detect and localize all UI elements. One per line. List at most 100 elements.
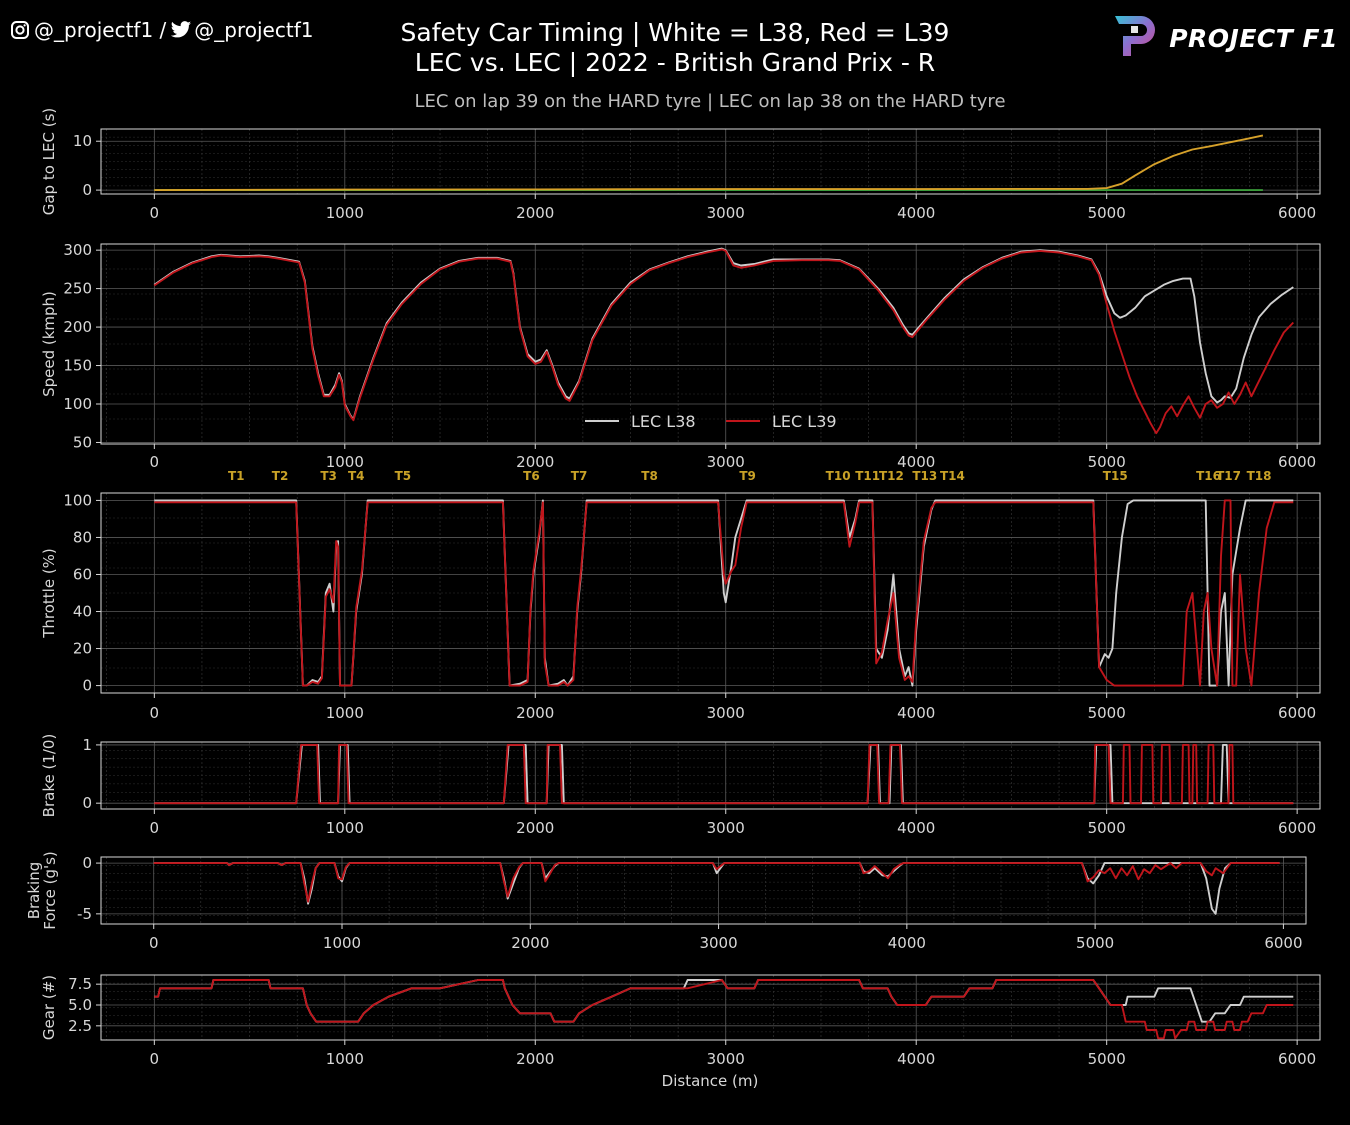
speed-y-tick-label: 100 — [63, 395, 92, 413]
gap-x-tick-label: 4000 — [897, 204, 935, 222]
legend-label-lec-l38: LEC L38 — [631, 412, 696, 431]
corner-label-t10: T10 — [826, 469, 851, 483]
chart-subtitle: LEC on lap 39 on the HARD tyre | LEC on … — [414, 91, 1006, 112]
project-f1-logo-icon — [1111, 12, 1161, 64]
gap-y-tick-label: 10 — [73, 132, 92, 150]
corner-label-t5: T5 — [395, 469, 412, 483]
gear-x-tick-label: 6000 — [1278, 1050, 1316, 1068]
speed-x-tick-label: 0 — [150, 453, 160, 471]
chart-title-line1: Safety Car Timing | White = L38, Red = L… — [400, 18, 950, 47]
gap-x-tick-label: 2000 — [516, 204, 554, 222]
corner-label-t7: T7 — [571, 469, 588, 483]
throttle-y-axis-label: Throttle (%) — [40, 548, 58, 639]
force-y-tick-label: -5 — [77, 905, 92, 923]
force-x-tick-label: 3000 — [699, 934, 737, 952]
speed-x-tick-label: 6000 — [1278, 453, 1316, 471]
corner-label-t3: T3 — [320, 469, 337, 483]
speed-y-tick-label: 200 — [63, 318, 92, 336]
brake-x-tick-label: 4000 — [897, 819, 935, 837]
gear-x-tick-label: 3000 — [707, 1050, 745, 1068]
instagram-icon — [10, 20, 30, 40]
force-x-tick-label: 1000 — [323, 934, 361, 952]
chart-title-line2: LEC vs. LEC | 2022 - British Grand Prix … — [414, 48, 936, 77]
brake-x-tick-label: 6000 — [1278, 819, 1316, 837]
gap-x-tick-label: 1000 — [326, 204, 364, 222]
speed-y-tick-label: 150 — [63, 357, 92, 375]
speed-y-tick-label: 250 — [63, 280, 92, 298]
brake-y-axis-label: Brake (1/0) — [40, 734, 58, 818]
corner-label-t18: T18 — [1247, 469, 1272, 483]
throttle-x-tick-label: 6000 — [1278, 704, 1316, 722]
gear-x-tick-label: 0 — [150, 1050, 160, 1068]
force-y-tick-label: 0 — [82, 854, 92, 872]
throttle-x-tick-label: 1000 — [326, 704, 364, 722]
force-x-tick-label: 6000 — [1264, 934, 1302, 952]
throttle-x-tick-label: 2000 — [516, 704, 554, 722]
social-handles: @_projectf1 / @_projectf1 — [10, 18, 313, 42]
gear-x-tick-label: 5000 — [1088, 1050, 1126, 1068]
force-y-axis-label: Force (g's) — [41, 851, 59, 930]
force-x-tick-label: 5000 — [1076, 934, 1114, 952]
throttle-x-tick-label: 4000 — [897, 704, 935, 722]
gear-series-lec-l39 — [154, 979, 1294, 1040]
project-f1-logo: PROJECT F1 — [1111, 12, 1338, 64]
throttle-y-tick-label: 0 — [82, 677, 92, 695]
corner-label-t15: T15 — [1103, 469, 1128, 483]
brake-x-tick-label: 5000 — [1088, 819, 1126, 837]
corner-label-t11: T11 — [855, 469, 880, 483]
project-f1-logo-text: PROJECT F1 — [1169, 23, 1338, 53]
corner-label-t12: T12 — [879, 469, 904, 483]
gap-x-tick-label: 5000 — [1088, 204, 1126, 222]
gap-y-axis-label: Gap to LEC (s) — [40, 108, 58, 216]
throttle-y-tick-label: 40 — [73, 603, 92, 621]
brake-x-tick-label: 2000 — [516, 819, 554, 837]
gear-x-tick-label: 2000 — [516, 1050, 554, 1068]
brake-y-tick-label: 0 — [82, 794, 92, 812]
corner-label-t13: T13 — [912, 469, 937, 483]
brake-y-tick-label: 1 — [82, 736, 92, 754]
throttle-x-tick-label: 5000 — [1088, 704, 1126, 722]
telemetry-chart: 0 1000 2000 3000 4000 5000 6000010Gap to LEC (… — [25, 108, 1321, 1090]
throttle-y-tick-label: 100 — [63, 491, 92, 509]
gap-x-tick-label: 6000 — [1278, 204, 1316, 222]
throttle-x-tick-label: 0 — [150, 704, 160, 722]
speed-y-tick-label: 50 — [73, 433, 92, 451]
force-x-tick-label: 0 — [149, 934, 159, 952]
corner-label-t2: T2 — [272, 469, 289, 483]
gear-y-tick-label: 5.0 — [68, 996, 92, 1014]
social-handle-instagram: @_projectf1 / — [34, 18, 167, 42]
gear-y-tick-label: 7.5 — [68, 975, 92, 993]
corner-label-t17: T17 — [1216, 469, 1241, 483]
corner-label-t1: T1 — [228, 469, 245, 483]
brake-x-tick-label: 0 — [150, 819, 160, 837]
speed-y-tick-label: 300 — [63, 241, 92, 259]
twitter-icon — [170, 20, 192, 40]
speed-series-lec-l39 — [153, 248, 1294, 435]
gap-series-gap — [154, 134, 1264, 192]
gap-x-tick-label: 3000 — [707, 204, 745, 222]
throttle-y-tick-label: 20 — [73, 640, 92, 658]
brake-x-tick-label: 1000 — [326, 819, 364, 837]
corner-label-t9: T9 — [739, 469, 756, 483]
gear-y-axis-label: Gear (#) — [40, 975, 58, 1040]
gear-x-tick-label: 4000 — [897, 1050, 935, 1068]
throttle-y-tick-label: 60 — [73, 565, 92, 583]
social-handle-twitter: @_projectf1 — [194, 18, 314, 42]
gap-y-tick-label: 0 — [82, 181, 92, 199]
gap-x-tick-label: 0 — [150, 204, 160, 222]
x-axis-label: Distance (m) — [662, 1072, 759, 1090]
corner-label-t8: T8 — [641, 469, 658, 483]
corner-label-t14: T14 — [940, 469, 965, 483]
corner-label-t4: T4 — [348, 469, 365, 483]
brake-series-lec-l39 — [154, 743, 1294, 805]
gear-x-tick-label: 1000 — [326, 1050, 364, 1068]
force-x-tick-label: 2000 — [511, 934, 549, 952]
throttle-y-tick-label: 80 — [73, 528, 92, 546]
speed-y-axis-label: Speed (kmph) — [40, 291, 58, 397]
corner-label-t6: T6 — [523, 469, 540, 483]
force-x-tick-label: 4000 — [888, 934, 926, 952]
brake-x-tick-label: 3000 — [707, 819, 745, 837]
legend-label-lec-l39: LEC L39 — [772, 412, 837, 431]
throttle-x-tick-label: 3000 — [707, 704, 745, 722]
gear-y-tick-label: 2.5 — [68, 1017, 92, 1035]
